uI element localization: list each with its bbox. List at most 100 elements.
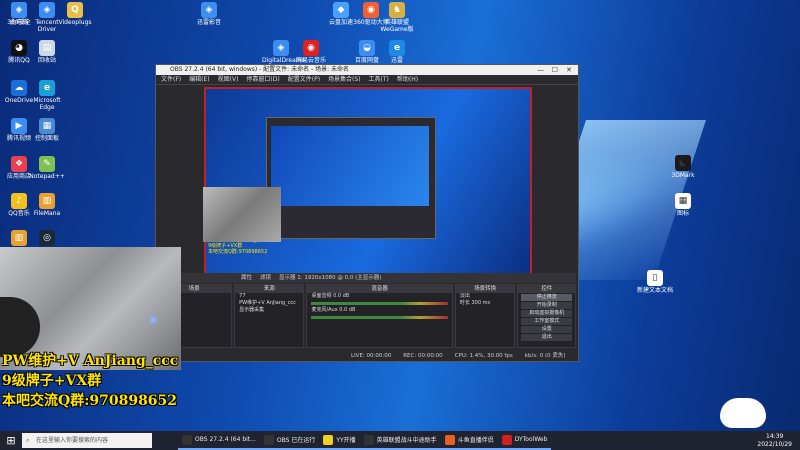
- taskbar-app[interactable]: OBS 已在运行: [259, 431, 320, 450]
- app-icon: ▯: [647, 270, 663, 286]
- search-icon: ⌕: [26, 437, 30, 444]
- taskbar-app[interactable]: YY开播: [319, 431, 360, 450]
- webcam-light: [150, 317, 156, 323]
- app-icon: ❖: [11, 156, 27, 172]
- taskbar-app[interactable]: DYToolWeb: [497, 431, 552, 450]
- desktop-icon[interactable]: ◈ 360安全: [0, 2, 38, 26]
- settings-button[interactable]: 设置: [521, 326, 572, 333]
- taskbar-app[interactable]: 英雄联盟战斗中途助手: [359, 431, 441, 450]
- clock-date: 2022/10/29: [757, 441, 792, 448]
- mixer-channel-mic: 麦克风/Aux 0.0 dB: [307, 307, 451, 314]
- desktop-icon-label: 控制面板: [34, 135, 59, 142]
- desktop-icon-label: 新建文本文档: [636, 287, 673, 294]
- taskbar-clock[interactable]: 14:39 2022/10/29: [757, 433, 792, 449]
- properties-button[interactable]: 属性: [241, 273, 252, 283]
- duration-label: 时长: [459, 300, 470, 306]
- transitions-dock-title: 场景转换: [455, 285, 515, 293]
- source-item[interactable]: 显示器采集: [235, 307, 303, 314]
- menu-item[interactable]: 帮助(H): [397, 75, 418, 84]
- obs-preview[interactable]: PW维护+V AnJiang_ccc 9级牌子+VX群 本吧交流Q群:97089…: [204, 87, 532, 275]
- desktop-icon-label: 图标: [676, 210, 689, 217]
- source-item[interactable]: 77: [235, 293, 303, 300]
- channel-name: 桌面音频: [311, 293, 332, 299]
- desktop-icon-label: 迅雷影音: [196, 19, 221, 26]
- controls-dock: 控件 停止推流 开始录制 启动虚拟摄像机 工作室模式 设置 退出: [517, 284, 576, 348]
- taskbar-search[interactable]: ⌕ 在这里输入你要搜索的内容: [22, 433, 152, 448]
- obs-title-bar[interactable]: OBS 27.2.4 (64 bit, windows) - 配置文件: 未命名…: [156, 65, 578, 75]
- taskbar-apps: OBS 27.2.4 (64 bit... OBS 已在运行 YY开播 英雄联盟战斗中…: [178, 431, 552, 450]
- exit-button[interactable]: 退出: [521, 334, 572, 341]
- desktop-icon[interactable]: ▦ 控制面板: [28, 118, 66, 142]
- filters-button[interactable]: 滤镜: [260, 273, 271, 283]
- mixer-dock-title: 混音器: [307, 285, 452, 293]
- app-icon: ▶: [11, 118, 27, 134]
- menu-item[interactable]: 视图(V): [218, 75, 239, 84]
- transitions-dock: 场景转换 淡出 时长 300 ms: [454, 284, 516, 348]
- nested-obs-preview: [266, 117, 436, 239]
- desktop-icon-label: Notepad++: [29, 173, 65, 180]
- desktop-icon[interactable]: ♞ 英雄联盟 WeGame版: [378, 2, 416, 33]
- transition-duration[interactable]: 时长 300 ms: [456, 300, 515, 307]
- desktop-icon-label: 网易云音乐: [295, 57, 326, 64]
- app-icon: ◈: [273, 40, 289, 56]
- app-icon: ✎: [39, 156, 55, 172]
- app-icon: ▥: [39, 193, 55, 209]
- volume-meter[interactable]: [311, 302, 448, 305]
- app-icon: ▤: [39, 40, 55, 56]
- preview-line-3: 本吧交流Q群:970898652: [208, 249, 268, 255]
- desktop-icon[interactable]: e 迅雷: [378, 40, 416, 64]
- stop-streaming-button[interactable]: 停止推流: [521, 294, 572, 301]
- search-placeholder: 在这里输入你要搜索的内容: [36, 437, 109, 444]
- app-icon: ▦: [675, 193, 691, 209]
- desktop-icon[interactable]: ▤ 回收站: [28, 40, 66, 64]
- volume-meter[interactable]: [311, 316, 448, 319]
- desktop-icon[interactable]: e Microsoft Edge: [28, 80, 66, 111]
- mixer-channel-desktop: 桌面音频 0.0 dB: [307, 293, 451, 300]
- app-icon: ◈: [201, 2, 217, 18]
- menu-item[interactable]: 停靠窗口(D): [246, 75, 279, 84]
- app-icon: ▥: [11, 230, 27, 246]
- virtual-camera-button[interactable]: 启动虚拟摄像机: [521, 310, 572, 317]
- app-icon: ♞: [389, 2, 405, 18]
- menu-item[interactable]: 编辑(E): [189, 75, 209, 84]
- desktop-icon[interactable]: ◈ 迅雷影音: [190, 2, 228, 26]
- windows-start-icon[interactable]: ⊞: [0, 431, 22, 450]
- desktop-icon[interactable]: ◣ 3DMark: [664, 155, 702, 179]
- taskbar-app-label: YY开播: [336, 437, 356, 444]
- app-icon: ◉: [303, 40, 319, 56]
- desktop-icon[interactable]: ◉ 网易云音乐: [292, 40, 330, 64]
- taskbar-app-label: OBS 27.2.4 (64 bit...: [195, 436, 256, 443]
- menu-item[interactable]: 场景集合(S): [328, 75, 361, 84]
- transition-select[interactable]: 淡出: [456, 293, 515, 300]
- taskbar-app-label: 斗鱼直播伴侣: [457, 437, 494, 444]
- taskbar-app-icon: [444, 434, 455, 445]
- desktop-icon[interactable]: ▯ 新建文本文档: [636, 270, 674, 294]
- desktop-icon[interactable]: ✎ Notepad++: [28, 156, 66, 180]
- maximize-icon[interactable]: ☐: [552, 65, 558, 75]
- app-icon: ◈: [39, 2, 55, 18]
- studio-mode-button[interactable]: 工作室模式: [521, 318, 572, 325]
- app-icon: ▦: [39, 118, 55, 134]
- taskbar-app-icon: [323, 434, 334, 445]
- start-recording-button[interactable]: 开始录制: [521, 302, 572, 309]
- menu-item[interactable]: 文件(F): [161, 75, 181, 84]
- app-icon: ◕: [11, 40, 27, 56]
- app-icon: ◈: [11, 2, 27, 18]
- desktop-icon[interactable]: ▦ 图标: [664, 193, 702, 217]
- taskbar-app-label: OBS 已在运行: [276, 437, 316, 444]
- desktop-icon[interactable]: ▥ FileMana: [28, 193, 66, 217]
- taskbar-app[interactable]: OBS 27.2.4 (64 bit...: [178, 431, 260, 450]
- menu-item[interactable]: 工具(T): [369, 75, 389, 84]
- app-icon: e: [389, 40, 405, 56]
- app-icon: ◣: [675, 155, 691, 171]
- desktop-icon[interactable]: Q Videoplugs: [56, 2, 94, 26]
- close-icon[interactable]: ✕: [566, 65, 572, 75]
- source-item[interactable]: PW维护+V AnJiang_ccc: [235, 300, 303, 307]
- display-source-label: 显示器 1: 1920x1080 @ 0,0 (主显示器): [279, 275, 382, 281]
- obs-menu-bar: 文件(F) 编辑(E) 视图(V) 停靠窗口(D) 配置文件(P) 场景集合(S) 工具(T…: [156, 75, 578, 85]
- menu-item[interactable]: 配置文件(P): [288, 75, 320, 84]
- taskbar-app[interactable]: 斗鱼直播伴侣: [440, 431, 498, 450]
- taskbar-app-icon: [501, 434, 512, 445]
- minimize-icon[interactable]: —: [537, 65, 544, 75]
- obs-status-bar: LIVE: 00:00:00 REC: 00:00:00 CPU: 1.4%, …: [156, 351, 576, 361]
